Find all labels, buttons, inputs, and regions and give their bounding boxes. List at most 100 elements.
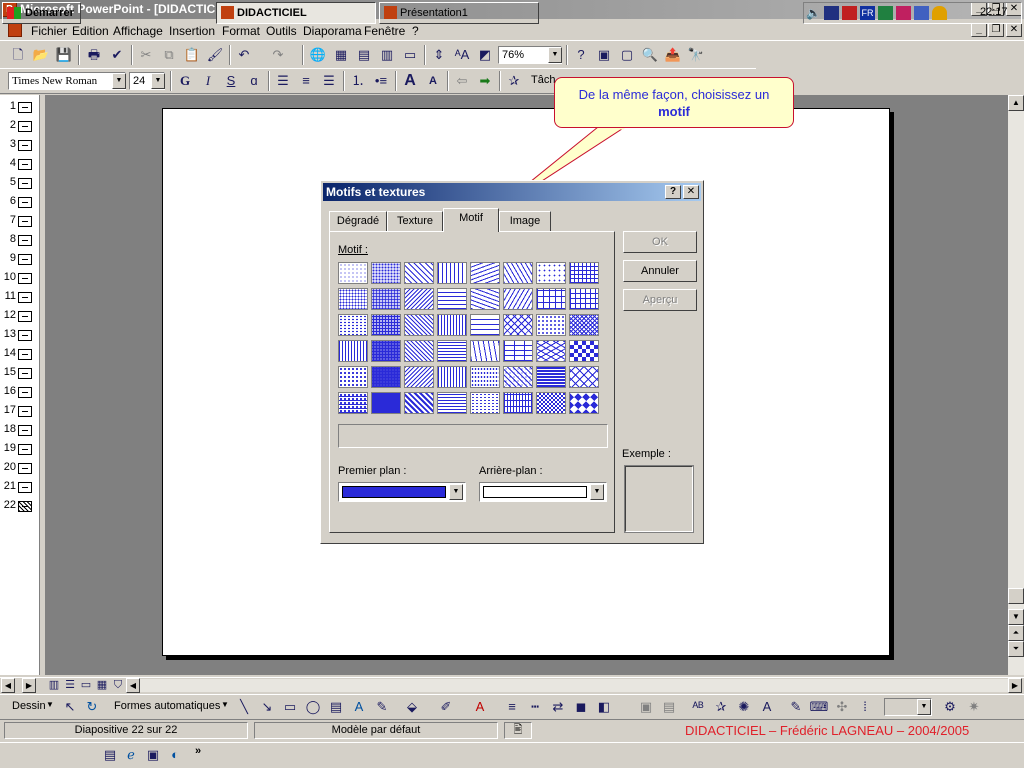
tray-icon-f[interactable] <box>932 6 947 20</box>
pattern-swatch[interactable] <box>503 392 533 414</box>
autoshapes-dropdown-icon[interactable]: ▼ <box>221 700 229 709</box>
fill-color-icon[interactable]: ⬙ <box>402 697 422 717</box>
menu-help[interactable]: ? <box>412 24 419 38</box>
pattern-swatch[interactable] <box>569 392 599 414</box>
format-painter-icon[interactable]: 🖌 <box>205 45 225 65</box>
menu-outils[interactable]: Outils <box>266 24 297 38</box>
pattern-swatch[interactable] <box>338 314 368 336</box>
menu-edition[interactable]: Edition <box>72 24 109 38</box>
pattern-swatch[interactable] <box>338 288 368 310</box>
tray-icon-d[interactable] <box>896 6 911 20</box>
italic-button[interactable]: I <box>198 71 218 91</box>
menu-insertion[interactable]: Insertion <box>169 24 215 38</box>
pattern-swatch[interactable] <box>371 314 401 336</box>
align-right-icon[interactable]: ☰ <box>319 71 339 91</box>
scroll-down-icon[interactable]: ▼ <box>1008 609 1024 625</box>
slide-thumbnail-icon[interactable] <box>18 140 32 151</box>
line-tool-icon[interactable]: ╲ <box>234 697 254 717</box>
toolbar-icon-b[interactable]: ▢ <box>617 45 637 65</box>
font-color-icon[interactable]: A <box>470 697 490 717</box>
taskbar-didacticiel[interactable]: DIDACTICIEL <box>216 2 376 24</box>
normal-view-icon[interactable]: ▥ <box>46 677 62 693</box>
slide-thumbnail-icon[interactable] <box>18 273 32 284</box>
horizontal-scrollbar[interactable] <box>140 679 1008 692</box>
pattern-swatch[interactable] <box>371 392 401 414</box>
undo-icon[interactable]: ↶ <box>234 45 254 65</box>
spelling-status-icon[interactable]: 🖹 <box>504 722 532 739</box>
drawing-icon-e[interactable]: ✺ <box>734 697 754 717</box>
drawing-icon-i[interactable]: ✣ <box>832 697 852 717</box>
pattern-swatch[interactable] <box>536 314 566 336</box>
arrow-tool-icon[interactable]: ↘ <box>257 697 277 717</box>
pattern-swatch[interactable] <box>470 392 500 414</box>
preview-button[interactable]: Aperçu <box>623 289 697 311</box>
quick-launch-icon-b[interactable]: ▣ <box>143 745 163 765</box>
sorter-view-icon[interactable]: ▦ <box>94 677 110 693</box>
taskbar-presentation1[interactable]: Présentation1 <box>379 2 539 24</box>
pattern-swatch[interactable] <box>371 288 401 310</box>
font-dropdown-icon[interactable]: ▼ <box>112 73 126 89</box>
task-label[interactable]: Tâch <box>531 74 555 86</box>
redo-icon[interactable]: ↷ <box>268 45 288 65</box>
pattern-swatch[interactable] <box>437 366 467 388</box>
quick-launch-icon-a[interactable]: ▤ <box>100 745 120 765</box>
slide-thumbnail-icon[interactable] <box>18 254 32 265</box>
pattern-swatch[interactable] <box>404 366 434 388</box>
pattern-swatch[interactable] <box>503 262 533 284</box>
bold-button[interactable]: G <box>175 71 195 91</box>
menu-fichier[interactable]: Fichier <box>31 24 67 38</box>
pattern-swatch[interactable] <box>437 288 467 310</box>
toolbar-icon-c[interactable]: 🔍 <box>640 45 660 65</box>
menu-affichage[interactable]: Affichage <box>113 24 163 38</box>
quick-launch-icon-c[interactable]: ◐ <box>165 745 185 765</box>
slide-thumbnail-icon[interactable] <box>18 349 32 360</box>
pattern-swatch[interactable] <box>404 288 434 310</box>
scroll-right-icon[interactable]: ▶ <box>22 678 36 693</box>
drawing-icon-k[interactable]: ⚙ <box>940 697 960 717</box>
tab-motif[interactable]: Motif <box>443 208 499 232</box>
pattern-swatch[interactable] <box>338 366 368 388</box>
pattern-swatch[interactable] <box>404 392 434 414</box>
drawing-icon-l[interactable]: ✷ <box>964 697 984 717</box>
copy-icon[interactable]: ⧉ <box>159 45 179 65</box>
select-pointer-icon[interactable]: ↖ <box>60 697 80 717</box>
volume-icon[interactable]: 🔈 <box>806 6 821 20</box>
insert-chart-icon[interactable]: ▥ <box>377 45 397 65</box>
outline-view-icon[interactable]: ☰ <box>62 677 78 693</box>
shadow-style-icon[interactable]: ◼ <box>571 697 591 717</box>
slide-thumbnail-icon[interactable] <box>18 501 32 512</box>
pattern-swatch[interactable] <box>437 392 467 414</box>
clipart-icon[interactable]: ✎ <box>372 697 392 717</box>
pattern-swatch[interactable] <box>569 288 599 310</box>
draw-dropdown-icon[interactable]: ▼ <box>46 700 54 709</box>
drawing-icon-g[interactable]: ✎ <box>786 697 806 717</box>
numbering-icon[interactable]: ⒈ <box>348 71 368 91</box>
previous-slide-icon[interactable]: ⏶ <box>1008 625 1024 641</box>
document-icon[interactable] <box>8 23 22 37</box>
hyperlink-icon[interactable]: 🌐 <box>308 45 328 65</box>
drawing-combo-dropdown-icon[interactable]: ▼ <box>917 699 931 715</box>
ok-button[interactable]: OK <box>623 231 697 253</box>
hscroll-right-icon[interactable]: ▶ <box>1008 678 1022 693</box>
wordart-icon[interactable]: A <box>349 697 369 717</box>
pattern-swatch[interactable] <box>569 366 599 388</box>
pattern-swatch[interactable] <box>569 262 599 284</box>
pattern-swatch[interactable] <box>569 314 599 336</box>
tables-borders-icon[interactable]: ▦ <box>331 45 351 65</box>
language-icon[interactable]: FR <box>860 6 875 20</box>
drawing-icon-a[interactable]: ▣ <box>636 697 656 717</box>
drawing-icon-b[interactable]: ▤ <box>659 697 679 717</box>
outline-button[interactable]: ɑ <box>244 71 264 91</box>
dialog-title[interactable]: Motifs et textures <box>323 183 701 201</box>
line-color-icon[interactable]: ✐ <box>436 697 456 717</box>
hscroll-left-icon[interactable]: ◀ <box>126 678 140 693</box>
cancel-button[interactable]: Annuler <box>623 260 697 282</box>
rectangle-tool-icon[interactable]: ▭ <box>280 697 300 717</box>
pattern-swatch[interactable] <box>503 340 533 362</box>
toolbar-icon-a[interactable]: ▣ <box>594 45 614 65</box>
pattern-swatch[interactable] <box>338 262 368 284</box>
foreground-dropdown-icon[interactable]: ▼ <box>449 484 463 500</box>
pattern-swatch[interactable] <box>371 262 401 284</box>
line-style-icon[interactable]: ≡ <box>502 697 522 717</box>
pattern-swatch[interactable] <box>404 340 434 362</box>
